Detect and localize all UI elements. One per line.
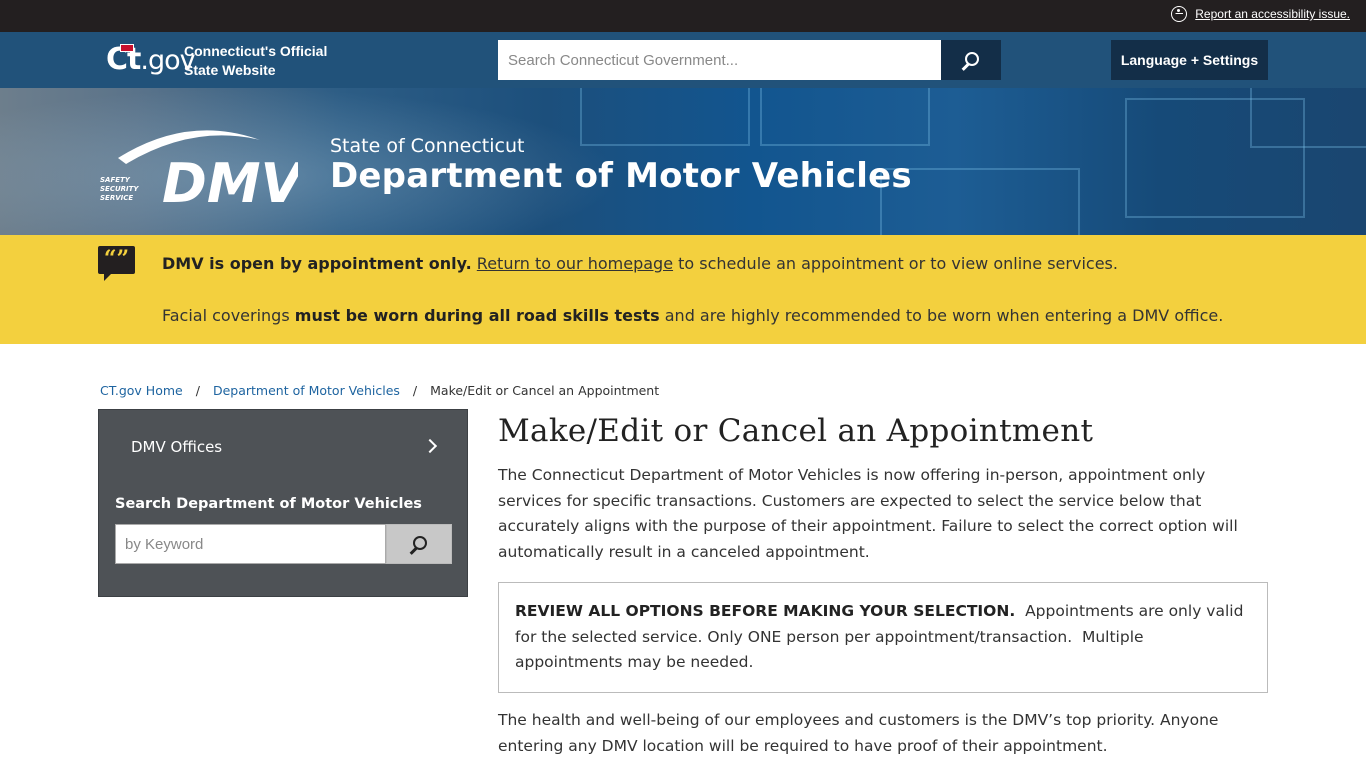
site-search-input[interactable]	[498, 40, 941, 80]
dmv-tagline-safety: SAFETY	[100, 176, 131, 184]
accessibility-link[interactable]: Report an accessibility issue.	[1171, 6, 1350, 22]
accessibility-link-label: Report an accessibility issue.	[1195, 7, 1350, 21]
search-icon	[965, 52, 979, 66]
dmv-tagline-service: SERVICE	[100, 194, 133, 202]
accessibility-icon	[1171, 6, 1188, 22]
breadcrumb-separator: /	[195, 383, 200, 398]
sidebar-search-button[interactable]	[386, 524, 452, 564]
hexagon-decor	[760, 88, 930, 146]
review-notice-text: REVIEW ALL OPTIONS BEFORE MAKING YOUR SE…	[515, 599, 1251, 676]
language-settings-button[interactable]: Language + Settings	[1111, 40, 1268, 80]
alert-banner: “” DMV is open by appointment only. Retu…	[0, 235, 1366, 344]
health-paragraph: The health and well-being of our employe…	[498, 711, 1219, 755]
alert-line-1-bold: DMV is open by appointment only.	[162, 254, 472, 273]
breadcrumb: CT.gov Home / Department of Motor Vehicl…	[100, 383, 659, 398]
top-utility-bar: Report an accessibility issue.	[0, 0, 1366, 32]
ct-gov-logo[interactable]: Ct.gov	[106, 42, 196, 77]
sidebar: DMV Offices Search Department of Motor V…	[98, 409, 468, 597]
breadcrumb-current: Make/Edit or Cancel an Appointment	[430, 383, 660, 398]
sidebar-search-label: Search Department of Motor Vehicles	[115, 496, 422, 512]
quote-icon: “”	[98, 246, 135, 281]
ct-gov-header: Ct.gov Connecticut's Official State Webs…	[0, 32, 1366, 88]
intro-paragraph: The Connecticut Department of Motor Vehi…	[498, 466, 1238, 561]
breadcrumb-separator: /	[412, 383, 418, 398]
official-site-label: Connecticut's Official State Website	[184, 42, 327, 80]
return-homepage-link[interactable]: Return to our homepage	[477, 254, 673, 273]
alert-line-1-rest: to schedule an appointment or to view on…	[673, 254, 1118, 273]
dmv-tagline-security: SECURITY	[100, 185, 139, 193]
alert-line-2-bold: must be worn during all road skills test…	[294, 306, 660, 325]
alert-line-2: Facial coverings must be worn during all…	[162, 306, 1223, 325]
review-notice-bold: REVIEW ALL OPTIONS BEFORE MAKING YOUR SE…	[515, 602, 1016, 620]
alert-line-2-post: and are highly recommended to be worn wh…	[659, 306, 1224, 325]
agency-banner: DMV SAFETY SECURITY SERVICE State of Con…	[0, 88, 1366, 235]
official-line-1: Connecticut's Official	[184, 43, 328, 59]
breadcrumb-home[interactable]: CT.gov Home	[100, 383, 183, 398]
alert-line-1: DMV is open by appointment only. Return …	[162, 254, 1118, 273]
hexagon-decor	[1250, 88, 1366, 148]
dmv-logo[interactable]: DMV SAFETY SECURITY SERVICE	[98, 120, 298, 220]
alert-line-2-pre: Facial coverings	[162, 306, 295, 325]
banner-subtitle: State of Connecticut	[330, 135, 525, 157]
chevron-right-icon[interactable]	[422, 438, 438, 454]
hexagon-decor	[580, 88, 750, 146]
dmv-logo-text: DMV	[162, 152, 298, 215]
search-icon	[413, 536, 427, 550]
sidebar-item-dmv-offices[interactable]: DMV Offices	[131, 438, 222, 456]
breadcrumb-dept[interactable]: Department of Motor Vehicles	[213, 383, 400, 398]
review-notice-box: REVIEW ALL OPTIONS BEFORE MAKING YOUR SE…	[498, 582, 1268, 693]
site-search-button[interactable]	[941, 40, 1001, 80]
flag-icon	[120, 44, 134, 52]
banner-title: Department of Motor Vehicles	[330, 156, 912, 196]
official-line-2: State Website	[184, 62, 276, 78]
sidebar-search-input[interactable]	[115, 524, 386, 564]
page-title: Make/Edit or Cancel an Appointment	[498, 413, 1094, 449]
